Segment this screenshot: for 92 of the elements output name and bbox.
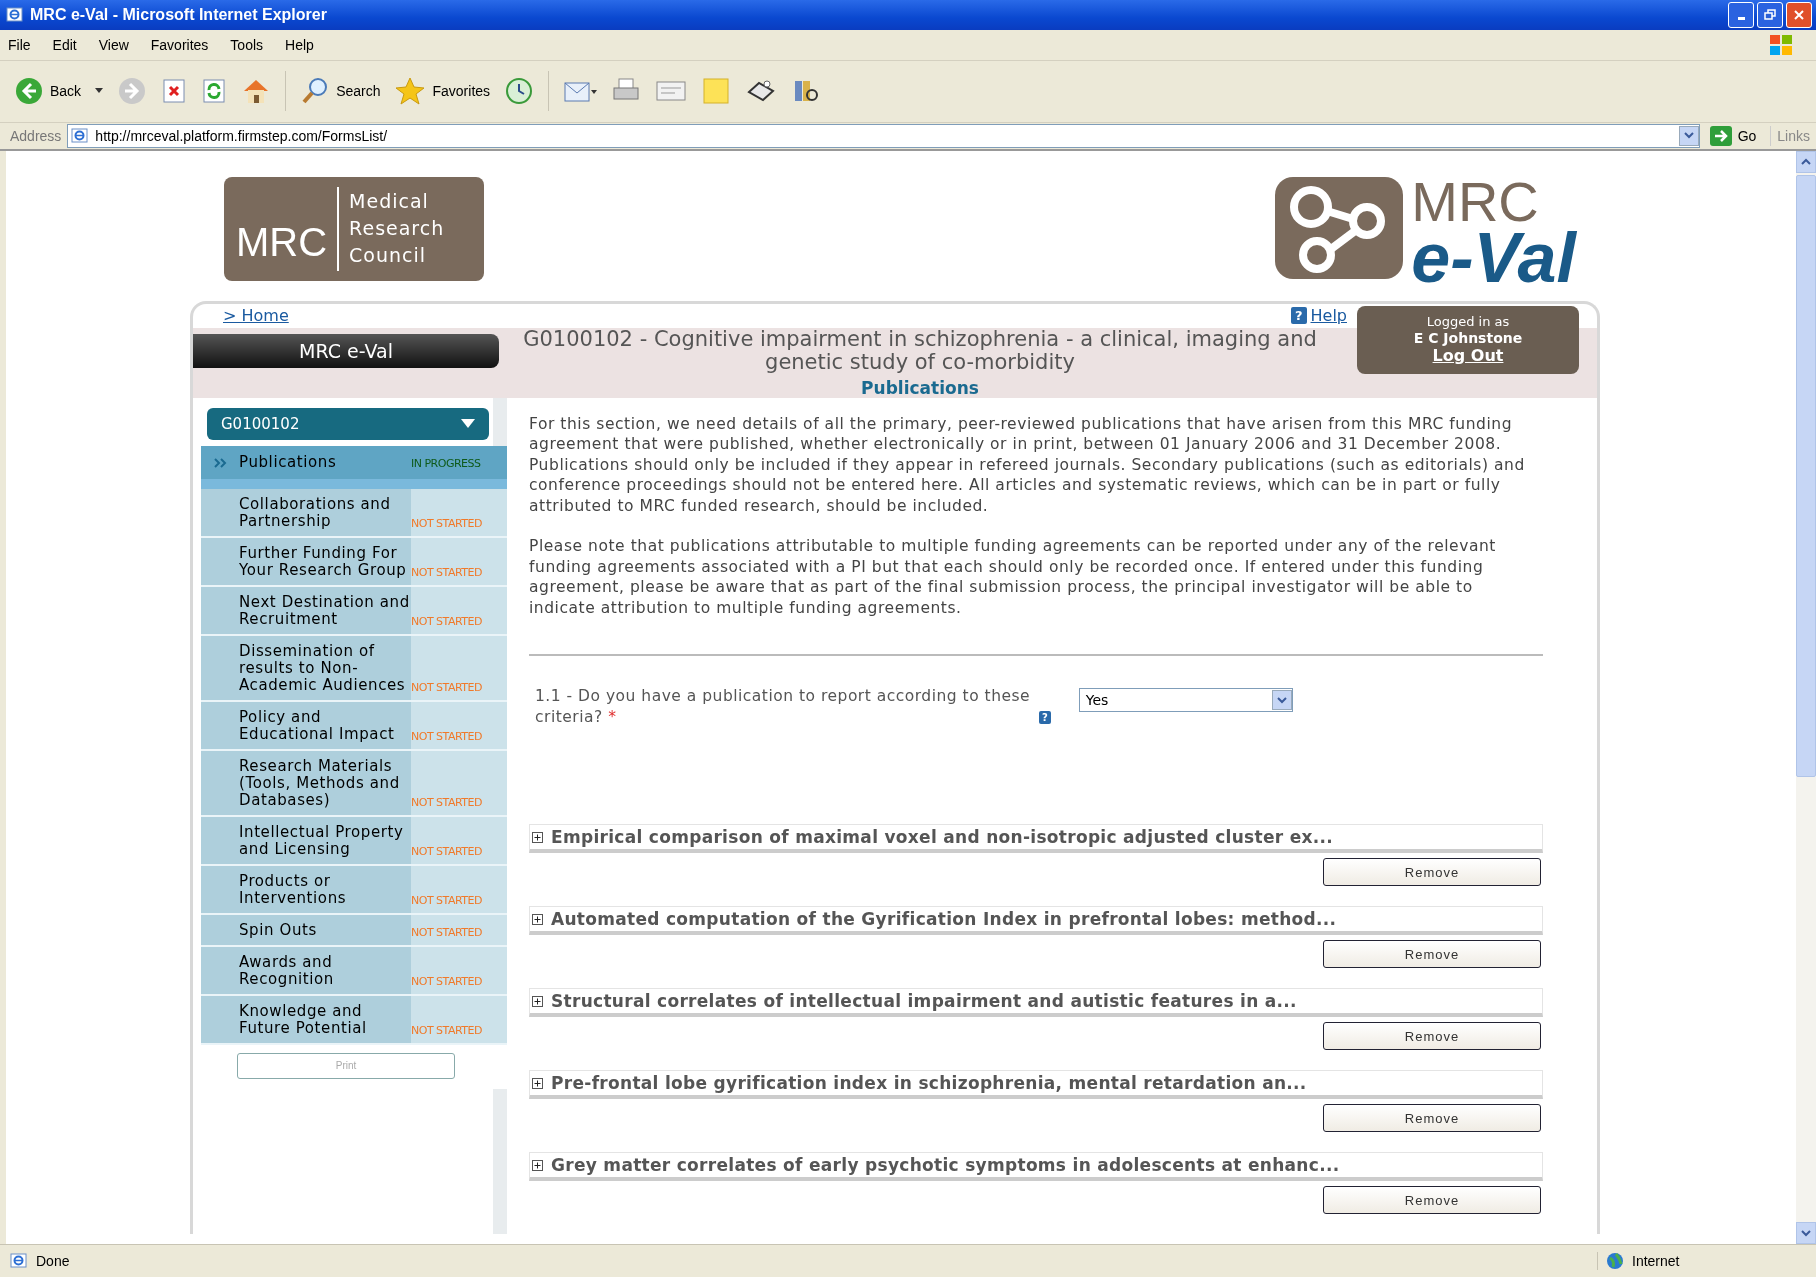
expand-icon[interactable] xyxy=(532,1159,543,1171)
browser-icon xyxy=(6,5,24,24)
status-label: NOT STARTED xyxy=(411,564,482,581)
window-title: MRC e-Val - Microsoft Internet Explorer xyxy=(30,5,328,24)
logout-link[interactable]: Log Out xyxy=(1432,345,1504,366)
status-label: NOT STARTED xyxy=(411,515,482,532)
status-label: NOT STARTED xyxy=(411,924,482,941)
page-title: G0100102 - Cognitive impairment in schizophrenia - a clinical, imaging and genetic study of co-morbidity xyxy=(522,327,1318,374)
close-button[interactable] xyxy=(1786,1,1812,28)
answer-dropdown[interactable]: Yes xyxy=(1078,688,1293,713)
close-icon xyxy=(1793,8,1805,21)
agreement-dropdown[interactable]: G0100102 xyxy=(207,407,489,440)
sidebar-item[interactable]: Policy and Educational Impact NOT STARTED xyxy=(201,701,507,751)
dropdown-arrow-icon xyxy=(461,418,475,429)
status-label: NOT STARTED xyxy=(411,794,482,811)
windows-logo-icon xyxy=(1768,32,1794,57)
sidebar-item[interactable]: Research Materials (Tools, Methods and Databases) NOT STARTED xyxy=(201,750,507,817)
status-label: NOT STARTED xyxy=(411,973,482,990)
remove-button[interactable]: Remove xyxy=(1323,858,1541,887)
menu-item[interactable]: View xyxy=(98,36,129,53)
back-button[interactable]: Back xyxy=(14,76,82,107)
minimize-button[interactable] xyxy=(1728,1,1754,28)
question-label: 1.1 - Do you have a publication to report according to these criteria? * xyxy=(535,686,1032,729)
chevron-icon xyxy=(213,457,227,468)
globe-icon xyxy=(1606,1252,1624,1271)
status-label: NOT STARTED xyxy=(411,892,482,909)
mrc-logo: MRC Medical Research Council xyxy=(224,176,484,281)
expand-icon[interactable] xyxy=(532,913,543,925)
section-title: Publications xyxy=(861,377,979,398)
page-icon xyxy=(10,1253,28,1270)
help-link[interactable]: Help xyxy=(1310,306,1347,326)
zone-label: Internet xyxy=(1632,1253,1680,1270)
menu-item[interactable]: Help xyxy=(285,36,314,53)
sidebar-item[interactable]: Further Funding For Your Research Group NOT STARTED xyxy=(201,537,507,587)
sidebar-item[interactable]: Products or Interventions NOT STARTED xyxy=(201,865,507,915)
page-icon xyxy=(71,127,90,144)
menu-item[interactable]: Edit xyxy=(52,36,77,53)
dropdown-caret-icon[interactable] xyxy=(95,88,104,95)
publication-header[interactable]: Pre-frontal lobe gyrification index in schizophrenia, mental retardation an... xyxy=(529,1070,1543,1100)
stop-icon[interactable] xyxy=(161,78,188,105)
user-name: E C Johnstone xyxy=(1413,329,1523,346)
status-label: NOT STARTED xyxy=(411,728,482,745)
remove-button[interactable]: Remove xyxy=(1323,1186,1541,1215)
help-icon[interactable]: ? xyxy=(1039,711,1051,725)
publication-header[interactable]: Grey matter correlates of early psychotic symptoms in adolescents at enhanc... xyxy=(529,1152,1543,1182)
help-icon: ? xyxy=(1290,307,1307,325)
menu-item[interactable]: Favorites xyxy=(150,36,209,53)
scroll-down-button[interactable] xyxy=(1796,1222,1816,1245)
sidebar-item[interactable]: Spin Outs NOT STARTED xyxy=(201,914,507,947)
menu-item[interactable]: Tools xyxy=(230,36,264,53)
expand-icon[interactable] xyxy=(532,995,543,1007)
publication-header[interactable]: Automated computation of the Gyrification Index in prefrontal lobes: method... xyxy=(529,906,1543,936)
app-name-bar: MRC e-Val xyxy=(193,333,499,368)
sidebar-item[interactable]: Publications IN PROGRESS xyxy=(201,445,507,489)
history-icon[interactable] xyxy=(504,76,535,107)
logged-in-label: Logged in as xyxy=(1426,313,1510,330)
sidebar-item[interactable]: Awards and Recognition NOT STARTED xyxy=(201,946,507,996)
expand-icon[interactable] xyxy=(532,831,543,843)
sidebar-item[interactable]: Next Destination and Recruitment NOT STARTED xyxy=(201,586,507,636)
home-link[interactable]: > Home xyxy=(223,306,289,326)
sidebar-item[interactable]: Intellectual Property and Licensing NOT STARTED xyxy=(201,816,507,866)
minimize-icon xyxy=(1737,17,1745,21)
sidebar-item[interactable]: Knowledge and Future Potential NOT STARTED xyxy=(201,995,507,1045)
remove-button[interactable]: Remove xyxy=(1323,1022,1541,1051)
sidebar-item[interactable]: Dissemination of results to Non-Academic Audiences NOT STARTED xyxy=(201,635,507,702)
search-button[interactable]: Search xyxy=(300,76,381,107)
instructions-text: For this section, we need details of all the primary, peer-reviewed publications that have arisen from this MRC funding agreement that were published, whether electronically or in print, between 01 January 2006 and 31 December 2008. Publications should only be included if they appear in refereed journals. Secondary publications (such as editorials) and conference proceedings should not be entered here. All articles and systematic reviews, which can be in part or fully attributed to MRC funded research, should be included. xyxy=(529,413,1526,517)
scroll-up-button[interactable] xyxy=(1796,150,1816,173)
address-field[interactable]: http://mrceval.platform.firmstep.com/FormsList/ xyxy=(67,123,1700,148)
sidebar-item[interactable]: Collaborations and Partnership NOT STARTED xyxy=(201,488,507,538)
publication-header[interactable]: Structural correlates of intellectual impairment and autistic features in a... xyxy=(529,988,1543,1018)
menu-item[interactable]: File xyxy=(8,36,31,53)
remove-button[interactable]: Remove xyxy=(1323,1104,1541,1133)
refresh-icon[interactable] xyxy=(201,78,228,105)
status-text: Done xyxy=(36,1253,70,1270)
restore-icon xyxy=(1764,8,1776,21)
status-label: NOT STARTED xyxy=(411,679,482,696)
address-label: Address xyxy=(10,127,62,144)
restore-button[interactable] xyxy=(1757,1,1783,28)
status-label: NOT STARTED xyxy=(411,1022,482,1039)
go-button[interactable]: Go xyxy=(1705,125,1772,146)
publication-header[interactable]: Empirical comparison of maximal voxel and non-isotropic adjusted cluster ex... xyxy=(529,824,1543,854)
instructions-text: Please note that publications attributable to multiple funding agreements can be reported under any of the relevant funding agreements associated with a PI but that each should only be recorded once. If entered under this funding agreement, please be aware that as part of the final submission process, the principal investigator will be able to indicate attribution to multiple funding agreements. xyxy=(529,536,1497,619)
status-label: NOT STARTED xyxy=(411,843,482,860)
expand-icon[interactable] xyxy=(532,1077,543,1089)
e-val-logo: MRC e-Val xyxy=(1275,176,1576,291)
status-label: IN PROGRESS xyxy=(411,455,481,472)
status-label: NOT STARTED xyxy=(411,613,482,630)
star-icon xyxy=(394,76,427,107)
favorites-button[interactable]: Favorites xyxy=(394,76,491,107)
remove-button[interactable]: Remove xyxy=(1323,940,1541,969)
scroll-thumb[interactable] xyxy=(1796,174,1816,777)
